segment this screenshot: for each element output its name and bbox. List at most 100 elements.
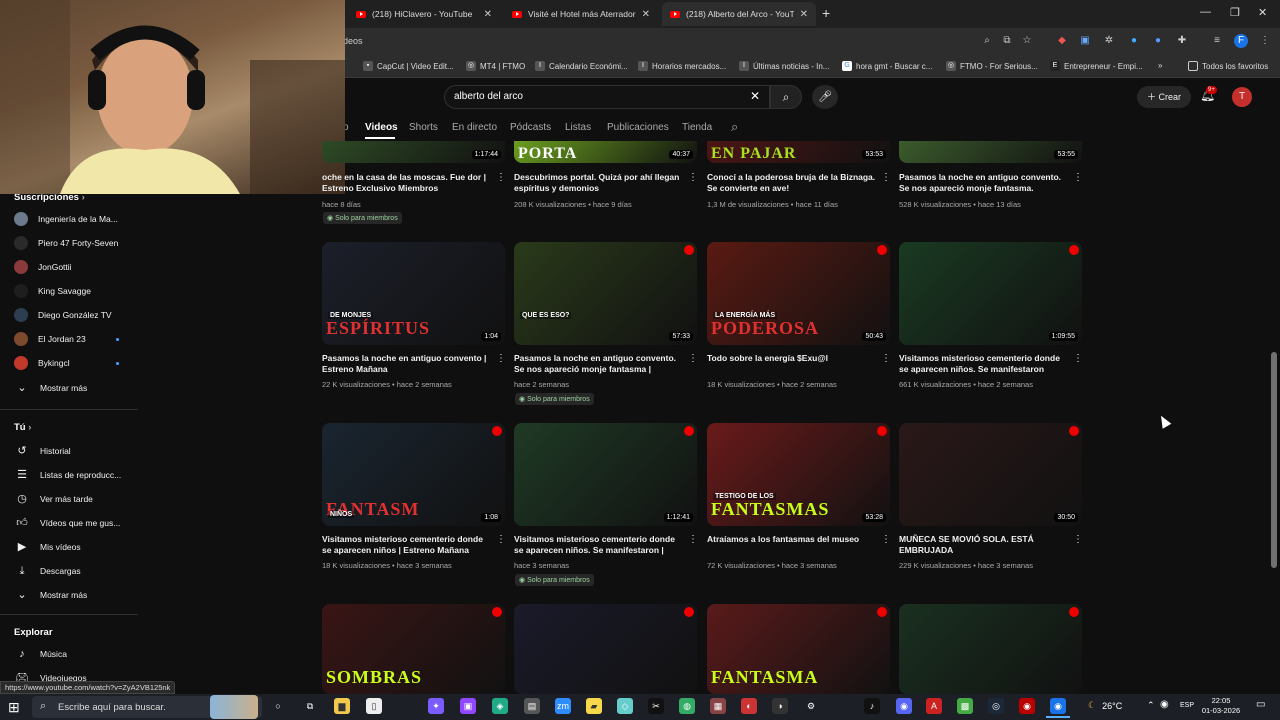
video-title[interactable]: Visitamos misterioso cementerio donde se… — [322, 534, 492, 556]
file-explorer-icon[interactable]: ▆ — [334, 698, 350, 714]
tab-store[interactable]: Tienda — [682, 122, 712, 133]
video-thumbnail[interactable]: FANTASM NIÑOS 1:08 — [322, 423, 505, 526]
video-title[interactable]: Atraíamos a los fantasmas del museo — [707, 534, 877, 545]
tab-posts[interactable]: Publicaciones — [607, 122, 669, 133]
close-icon[interactable]: ✕ — [484, 9, 492, 20]
capcut-icon[interactable]: ✂ — [648, 698, 664, 714]
tab-videos[interactable]: Videos — [365, 122, 398, 133]
app-icon[interactable]: ◐ — [741, 698, 757, 714]
sidebar-item-download[interactable]: ⤓ Descargas — [14, 563, 134, 579]
bookmark-item[interactable]: Ghora gmt - Buscar c... — [842, 61, 932, 71]
app-icon[interactable]: ▦ — [710, 698, 726, 714]
video-menu-icon[interactable]: ⋮ — [496, 353, 506, 364]
subscription-item[interactable]: King Savagge — [14, 284, 134, 298]
zoom-icon[interactable]: zm — [555, 698, 571, 714]
voice-search-button[interactable]: 🎤︎ — [812, 85, 838, 109]
app-icon[interactable]: ◍ — [679, 698, 695, 714]
search-button[interactable]: ⌕ — [770, 85, 802, 109]
sidebar-item-chevron-down[interactable]: ⌄ Mostrar más — [14, 587, 134, 603]
video-thumbnail[interactable]: FANTASMA — [707, 604, 890, 694]
app-icon[interactable]: ◈ — [492, 698, 508, 714]
bookmark-item[interactable]: ◎ FTMO - For Serious... — [946, 61, 1038, 71]
bookmark-item[interactable]: ◎ MT4 | FTMO — [466, 61, 525, 71]
app-icon[interactable]: ▤ — [524, 698, 540, 714]
account-avatar[interactable]: T — [1232, 87, 1252, 107]
clear-search-icon[interactable]: ✕ — [750, 89, 760, 103]
install-icon[interactable]: ⧉ — [1000, 34, 1014, 48]
close-icon[interactable]: ✕ — [800, 9, 808, 20]
video-thumbnail[interactable]: SOMBRAS — [322, 604, 505, 694]
settings-icon[interactable]: ⚙ — [803, 698, 819, 714]
video-menu-icon[interactable]: ⋮ — [881, 353, 891, 364]
create-button[interactable]: ＋ Crear — [1137, 86, 1191, 108]
video-thumbnail[interactable]: ESPÍRITUS DE MONJES 1:04 — [322, 242, 505, 345]
channel-search-icon[interactable]: ⌕ — [731, 119, 738, 135]
video-thumbnail[interactable] — [514, 604, 697, 694]
video-title[interactable]: MUÑECA SE MOVIÓ SOLA. ESTÁ EMBRUJADA — [899, 534, 1069, 556]
sidebar-item-playlist[interactable]: ☰ Listas de reproducc... — [14, 467, 134, 483]
puzzle-icon[interactable]: ✚ — [1175, 34, 1189, 48]
extension-icon[interactable]: ✲ — [1102, 34, 1116, 48]
sidebar-item-music[interactable]: ♪ Música — [14, 646, 134, 662]
chevron-up-icon[interactable]: ⌃ — [1147, 700, 1155, 711]
scrollbar-thumb[interactable] — [1271, 352, 1277, 568]
video-thumbnail[interactable]: PORTA 40:37 — [514, 141, 697, 163]
video-thumbnail[interactable]: PODEROSA LA ENERGÍA MÁS 50:43 — [707, 242, 890, 345]
tiktok-icon[interactable]: ♪ — [864, 698, 880, 714]
restore-button[interactable]: ❐ — [1230, 6, 1240, 19]
more-icon[interactable]: ⋮ — [1258, 34, 1272, 48]
video-menu-icon[interactable]: ⋮ — [881, 534, 891, 545]
sidebar-item-my-videos[interactable]: ▶ Mis vídeos — [14, 539, 134, 555]
video-menu-icon[interactable]: ⋮ — [496, 172, 506, 183]
video-menu-icon[interactable]: ⋮ — [688, 353, 698, 364]
subscription-item[interactable]: Diego González TV — [14, 308, 134, 322]
bookmark-item[interactable]: I Calendario Económi... — [535, 61, 628, 71]
video-menu-icon[interactable]: ⋮ — [881, 172, 891, 183]
copilot-icon[interactable]: ✦ — [428, 698, 444, 714]
bookmark-item[interactable]: E Entrepreneur - Empi... — [1050, 61, 1143, 71]
new-tab-button[interactable]: + — [822, 5, 830, 21]
video-menu-icon[interactable]: ⋮ — [688, 534, 698, 545]
minimize-button[interactable]: — — [1200, 6, 1211, 18]
video-thumbnail[interactable]: FANTASMAS TESTIGO DE LOS 53:28 — [707, 423, 890, 526]
video-menu-icon[interactable]: ⋮ — [688, 172, 698, 183]
you-heading[interactable]: Tú › — [14, 422, 31, 433]
app-icon[interactable]: ◑ — [772, 698, 788, 714]
app-icon[interactable]: ◇ — [617, 698, 633, 714]
zoom-icon[interactable]: ⌕ — [980, 34, 994, 48]
video-thumbnail[interactable]: 53:55 — [899, 141, 1082, 163]
video-title[interactable]: Descubrimos portal. Quizá por ahí llegan… — [514, 172, 684, 194]
video-thumbnail[interactable]: 1:12:41 — [514, 423, 697, 526]
bookmark-item[interactable]: I Horarios mercados... — [638, 61, 726, 71]
url-text[interactable]: deos — [343, 36, 363, 46]
discord-icon[interactable]: ◉ — [896, 698, 912, 714]
tab-podcasts[interactable]: Pódcasts — [510, 122, 551, 133]
app-icon[interactable]: ◉ — [1019, 698, 1035, 714]
video-title[interactable]: Pasamos la noche en antiguo convento. Se… — [514, 353, 684, 376]
video-thumbnail[interactable]: 30:50 — [899, 423, 1082, 526]
close-icon[interactable]: ✕ — [642, 9, 650, 20]
chrome-icon[interactable]: ◉ — [1050, 698, 1066, 714]
video-menu-icon[interactable]: ⋮ — [1073, 172, 1083, 183]
extension-icon[interactable]: ● — [1151, 34, 1165, 48]
video-title[interactable]: Visitamos misterioso cementerio donde se… — [899, 353, 1069, 376]
sticky-notes-icon[interactable]: ▰ — [586, 698, 602, 714]
browser-tab[interactable]: (218) HiClavero - YouTube ✕ — [348, 2, 500, 26]
video-thumbnail[interactable] — [899, 604, 1082, 694]
bookmarks-overflow-button[interactable]: » — [1158, 61, 1162, 70]
subscription-item[interactable]: JonGottii — [14, 260, 134, 274]
sidebar-item-clock[interactable]: ◷ Ver más tarde — [14, 491, 134, 507]
subscription-item[interactable]: Ingeniería de la Ma... — [14, 212, 134, 226]
bookmarks-folder[interactable]: Todos los favoritos — [1188, 61, 1268, 71]
language-indicator[interactable]: ESP — [1180, 702, 1194, 709]
subscriptions-more-button[interactable]: ⌄ Mostrar más — [14, 380, 134, 396]
twitch-icon[interactable]: ▣ — [460, 698, 476, 714]
video-thumbnail[interactable]: EN PAJAR 53:53 — [707, 141, 890, 163]
cortana-icon[interactable]: ○ — [270, 698, 286, 714]
extension-icon[interactable]: ◆ — [1055, 34, 1069, 48]
close-window-button[interactable]: ✕ — [1258, 6, 1267, 19]
network-icon[interactable]: ◉ — [1160, 699, 1169, 710]
app-icon[interactable]: A — [926, 698, 942, 714]
video-title[interactable]: Conocí a la poderosa bruja de la Biznaga… — [707, 172, 877, 194]
taskbar-clock[interactable]: 22:05 01-03-2026 — [1201, 696, 1241, 716]
